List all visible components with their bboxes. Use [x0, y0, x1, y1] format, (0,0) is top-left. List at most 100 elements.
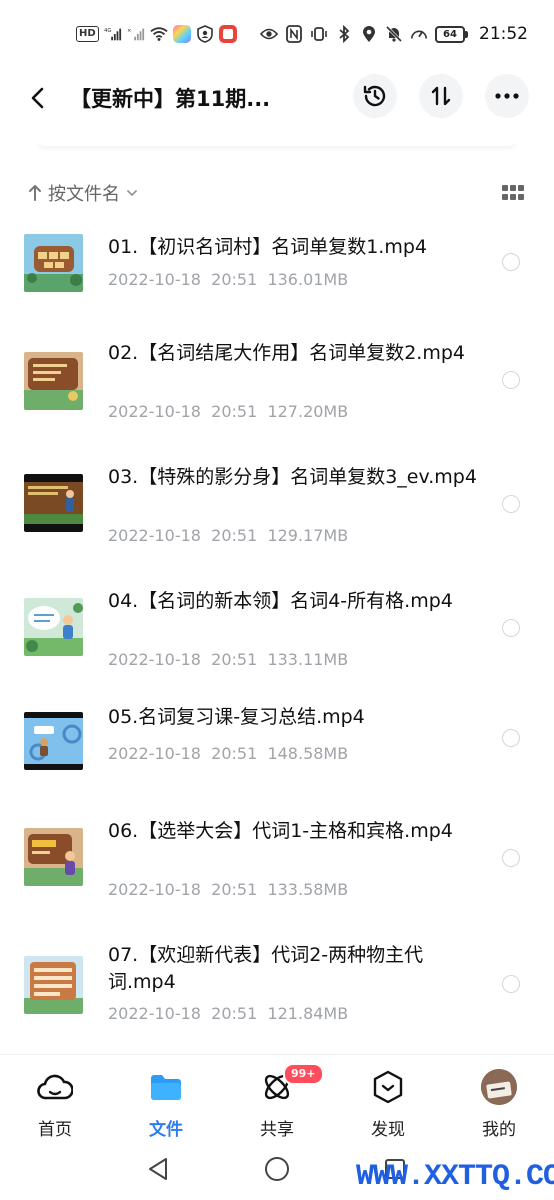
file-meta: 2022-10-18 20:51 148.58MB	[108, 744, 348, 763]
hd-tag: HD	[76, 26, 99, 42]
file-date: 2022-10-18	[108, 402, 201, 421]
file-size: 133.58MB	[267, 880, 349, 899]
view-toggle-button[interactable]	[502, 184, 524, 202]
file-date: 2022-10-18	[108, 650, 201, 669]
file-date: 2022-10-18	[108, 880, 201, 899]
history-icon	[363, 85, 386, 107]
battery-tip	[465, 30, 468, 38]
more-icon	[495, 93, 519, 99]
file-name: 01.【初识名词村】名词单复数1.mp4	[108, 236, 428, 258]
notification-badge: 99+	[283, 1063, 324, 1085]
nav-profile[interactable]: 我的	[459, 1069, 539, 1140]
sort-control[interactable]: 按文件名	[28, 178, 138, 208]
select-checkbox[interactable]	[502, 619, 520, 637]
select-checkbox[interactable]	[502, 495, 520, 513]
video-thumbnail	[24, 352, 83, 410]
file-size: 121.84MB	[267, 1004, 349, 1023]
file-row[interactable]: 01.【初识名词村】名词单复数1.mp4 2022-10-18 20:51 13…	[0, 222, 554, 322]
speedometer-icon	[410, 25, 428, 43]
nav-home[interactable]: 首页	[15, 1069, 95, 1140]
video-thumbnail	[24, 956, 83, 1014]
file-row[interactable]: 05.名词复习课-复习总结.mp4 2022-10-18 20:51 148.5…	[0, 706, 554, 808]
video-thumbnail	[24, 234, 83, 292]
file-time: 20:51	[211, 1004, 258, 1023]
file-time: 20:51	[211, 526, 258, 545]
nav-label: 首页	[38, 1120, 72, 1140]
battery-level: 64	[435, 25, 465, 43]
svg-text:4G: 4G	[104, 28, 112, 34]
shield-user-icon	[196, 25, 214, 43]
file-date: 2022-10-18	[108, 744, 201, 763]
vibrate-icon	[310, 25, 328, 43]
select-checkbox[interactable]	[502, 849, 520, 867]
mute-bell-icon	[385, 25, 403, 43]
file-size: 127.20MB	[267, 402, 349, 421]
select-checkbox[interactable]	[502, 729, 520, 747]
file-meta: 2022-10-18 20:51 129.17MB	[108, 526, 348, 545]
file-name: 06.【选举大会】代词1-主格和宾格.mp4	[108, 820, 453, 842]
select-checkbox[interactable]	[502, 975, 520, 993]
arrow-up-icon	[29, 185, 41, 201]
transfer-button[interactable]	[419, 74, 463, 118]
file-time: 20:51	[211, 402, 258, 421]
file-size: 148.58MB	[267, 744, 349, 763]
file-name: 02.【名词结尾大作用】名词单复数2.mp4	[108, 342, 466, 364]
nav-files[interactable]: 文件	[126, 1069, 206, 1140]
select-checkbox[interactable]	[502, 253, 520, 271]
file-name: 04.【名词的新本领】名词4-所有格.mp4	[108, 590, 453, 612]
nav-label: 文件	[149, 1120, 183, 1140]
file-row[interactable]: 06.【选举大会】代词1-主格和宾格.mp4 2022-10-18 20:51 …	[0, 816, 554, 916]
battery-indicator: 64	[435, 25, 468, 43]
cloud-icon	[37, 1069, 73, 1105]
sort-label: 按文件名	[48, 184, 120, 205]
chevron-down-icon	[127, 190, 137, 197]
avatar	[481, 1069, 517, 1105]
signal-5g-icon: ×	[127, 25, 145, 43]
system-back-icon[interactable]	[146, 1156, 170, 1182]
system-home-icon[interactable]	[264, 1156, 290, 1182]
grid-icon	[502, 185, 524, 200]
file-row[interactable]: 07.【欢迎新代表】代词2-两种物主代词.mp4 2022-10-18 20:5…	[0, 942, 554, 1042]
bottom-nav: 首页 文件 99+ 共享 发现 我的	[0, 1054, 554, 1146]
file-time: 20:51	[211, 880, 258, 899]
file-name: 05.名词复习课-复习总结.mp4	[108, 706, 365, 728]
sort-transfer-icon	[431, 86, 451, 106]
file-row[interactable]: 04.【名词的新本领】名词4-所有格.mp4 2022-10-18 20:51 …	[0, 586, 554, 686]
file-meta: 2022-10-18 20:51 133.58MB	[108, 880, 348, 899]
page-title: 【更新中】第11期...	[70, 87, 271, 111]
chevron-left-icon	[31, 87, 44, 109]
signal-4g-icon: 4G	[104, 25, 122, 43]
file-name: 03.【特殊的影分身】名词单复数3_ev.mp4	[108, 466, 477, 488]
bluetooth-icon	[335, 25, 353, 43]
file-date: 2022-10-18	[108, 270, 201, 289]
file-size: 136.01MB	[267, 270, 349, 289]
more-button[interactable]	[485, 74, 529, 118]
video-thumbnail	[24, 828, 83, 886]
file-name: 07.【欢迎新代表】代词2-两种物主代词.mp4	[108, 944, 424, 993]
file-size: 129.17MB	[267, 526, 349, 545]
status-left: HD 4G ×	[76, 22, 237, 46]
file-meta: 2022-10-18 20:51 136.01MB	[108, 270, 348, 289]
location-icon	[360, 25, 378, 43]
history-button[interactable]	[353, 74, 397, 118]
back-button[interactable]	[22, 80, 52, 116]
status-bar: HD 4G × 64 21:52	[0, 0, 554, 70]
status-right: 64 21:52	[260, 22, 528, 46]
app-colorful-icon	[172, 25, 191, 43]
red-book-app-icon	[218, 25, 237, 43]
nav-share[interactable]: 99+ 共享	[237, 1063, 324, 1140]
video-thumbnail	[24, 474, 83, 532]
file-row[interactable]: 03.【特殊的影分身】名词单复数3_ev.mp4 2022-10-18 20:5…	[0, 462, 554, 562]
nav-discover[interactable]: 发现	[348, 1069, 428, 1140]
nav-label: 我的	[482, 1120, 516, 1140]
watermark-text: WWW.XXTTQ.COM	[356, 1160, 554, 1194]
wifi-icon	[150, 25, 168, 43]
file-row[interactable]: 02.【名词结尾大作用】名词单复数2.mp4 2022-10-18 20:51 …	[0, 338, 554, 438]
nav-label: 共享	[260, 1120, 294, 1140]
file-meta: 2022-10-18 20:51 127.20MB	[108, 402, 348, 421]
video-thumbnail	[24, 598, 83, 656]
file-time: 20:51	[211, 270, 258, 289]
file-meta: 2022-10-18 20:51 133.11MB	[108, 650, 348, 669]
video-thumbnail	[24, 712, 83, 770]
select-checkbox[interactable]	[502, 371, 520, 389]
